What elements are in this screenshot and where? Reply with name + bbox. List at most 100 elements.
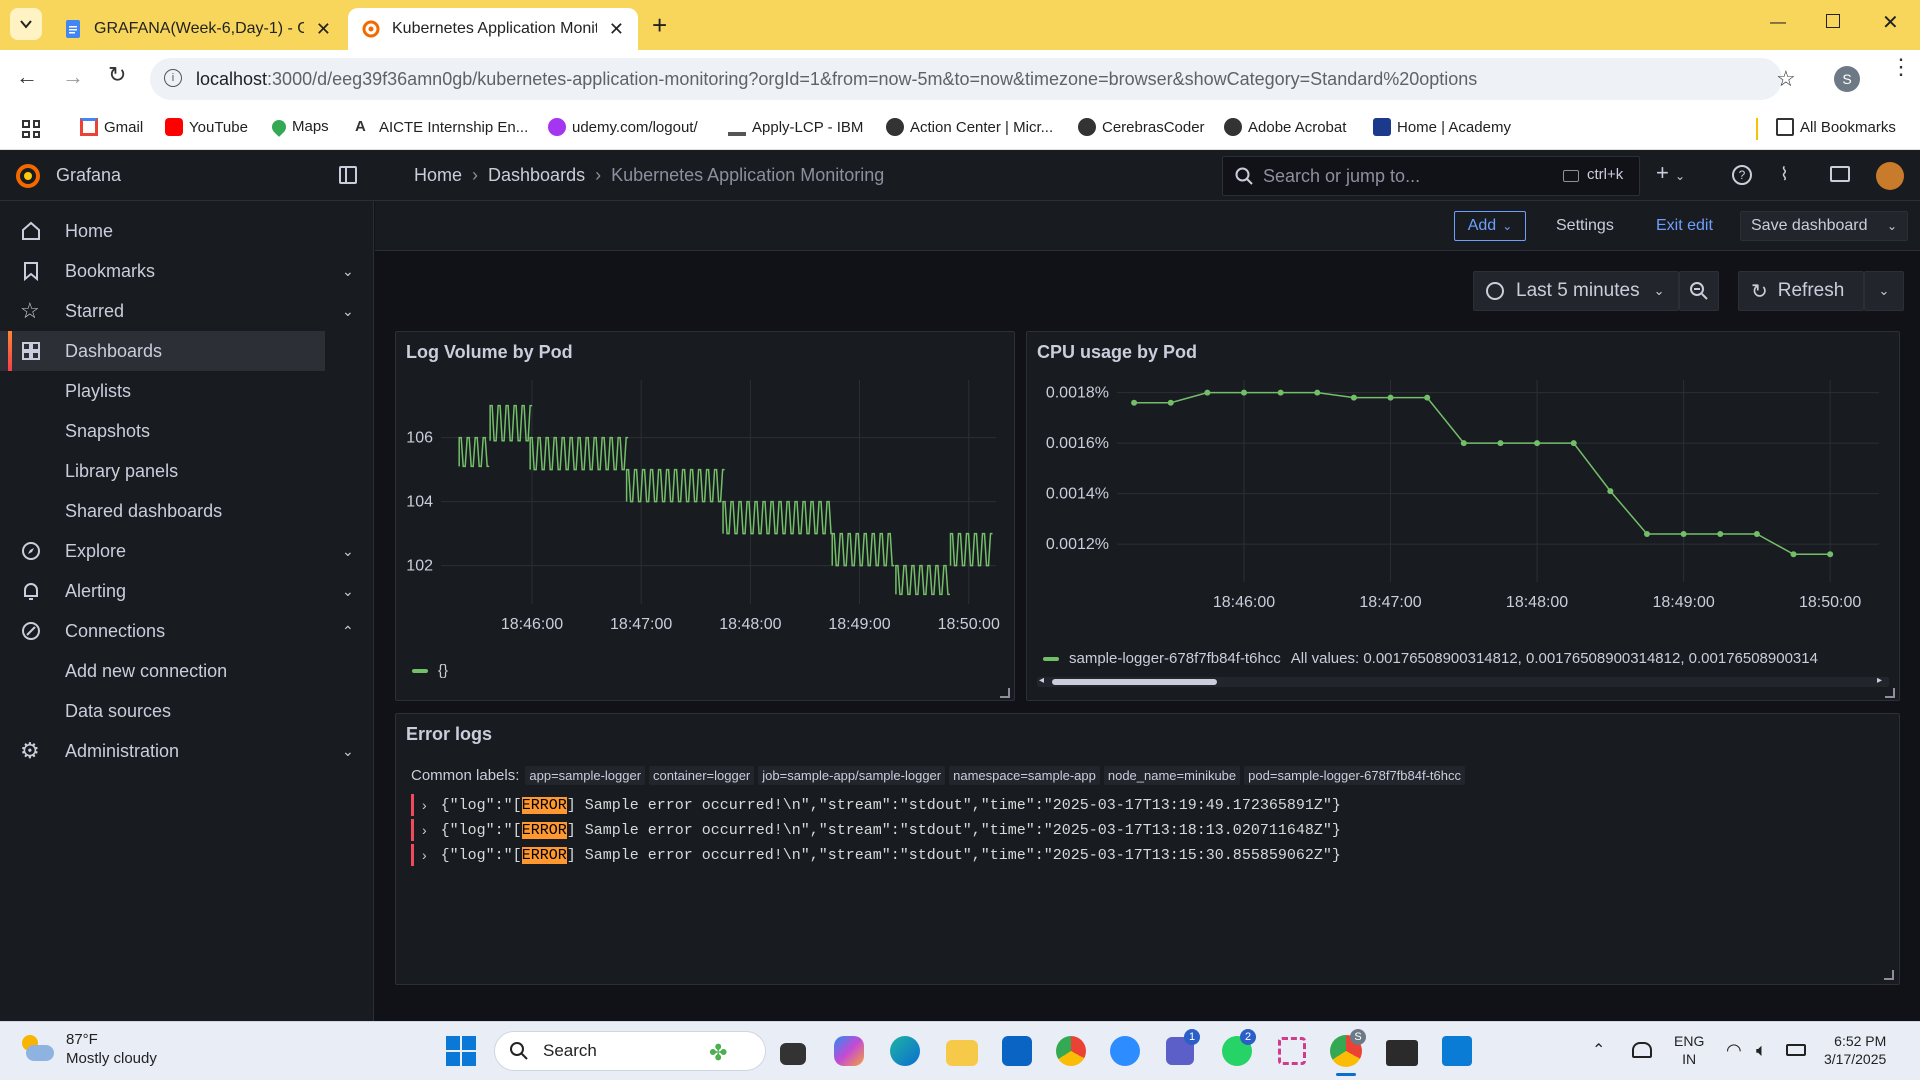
- network-icon[interactable]: [1632, 1042, 1652, 1058]
- browser-menu-icon[interactable]: ⋮: [1890, 56, 1912, 78]
- weather-widget[interactable]: 87°F Mostly cloudy: [18, 1030, 157, 1068]
- bookmark-udemy[interactable]: udemy.com/logout/: [548, 118, 698, 136]
- settings-button[interactable]: Settings: [1546, 211, 1624, 241]
- refresh-button[interactable]: ↻ Refresh: [1738, 271, 1864, 311]
- scroll-thumb[interactable]: [1052, 679, 1217, 685]
- snipping-tool-icon[interactable]: [1278, 1037, 1306, 1065]
- dock-menu-icon[interactable]: [339, 166, 357, 184]
- restore-icon[interactable]: [1826, 14, 1840, 28]
- sidebar-item-alerting[interactable]: Alerting ⌄: [0, 571, 374, 611]
- sidebar-item-data-sources[interactable]: Data sources: [0, 691, 374, 731]
- chevron-down-icon[interactable]: ⌄: [342, 303, 354, 320]
- chevron-up-icon[interactable]: ⌃: [1592, 1040, 1605, 1060]
- battery-icon[interactable]: [1786, 1044, 1806, 1056]
- new-plus-icon[interactable]: + ⌄: [1656, 160, 1685, 186]
- chevron-right-icon[interactable]: ›: [422, 847, 427, 863]
- sidebar-item-snapshots[interactable]: Snapshots: [0, 411, 374, 451]
- close-icon[interactable]: ✕: [316, 19, 331, 40]
- clock[interactable]: 6:52 PM 3/17/2025: [1824, 1032, 1886, 1068]
- taskbar-search[interactable]: Search ✤: [494, 1031, 766, 1071]
- reload-icon[interactable]: ↻: [108, 62, 126, 88]
- chevron-down-icon[interactable]: ⌄: [1887, 219, 1897, 233]
- sidebar-item-connections[interactable]: Connections ⌃: [0, 611, 374, 651]
- legend-item[interactable]: {}: [412, 662, 448, 679]
- bookmark-youtube[interactable]: YouTube: [165, 118, 248, 136]
- forward-icon[interactable]: →: [62, 64, 84, 90]
- bookmark-action-center[interactable]: Action Center | Micr...: [886, 118, 1053, 136]
- sidebar-item-library-panels[interactable]: Library panels: [0, 451, 374, 491]
- user-avatar[interactable]: [1876, 162, 1904, 190]
- tab-kubernetes-monitoring[interactable]: Kubernetes Application Monito ✕: [348, 8, 638, 50]
- resize-handle-icon[interactable]: [1884, 970, 1894, 980]
- profile-avatar[interactable]: S: [1834, 66, 1860, 92]
- log-row[interactable]: › {"log":"[ERROR] Sample error occurred!…: [411, 819, 1341, 841]
- chevron-up-icon[interactable]: ⌃: [342, 623, 354, 640]
- kiosk-monitor-icon[interactable]: [1830, 166, 1850, 182]
- bookmark-ibm[interactable]: Apply-LCP - IBM: [728, 118, 863, 136]
- panel-cpu-usage[interactable]: CPU usage by Pod 18:46:00 18:47:00 18:48:0…: [1026, 331, 1900, 701]
- bookmark-star-icon[interactable]: ☆: [1776, 66, 1796, 92]
- time-range-picker[interactable]: Last 5 minutes ⌄: [1473, 271, 1679, 311]
- resize-handle-icon[interactable]: [1000, 688, 1010, 698]
- apps-grid-icon[interactable]: [22, 120, 40, 138]
- sidebar-item-administration[interactable]: ⚙ Administration ⌄: [0, 731, 374, 771]
- sidebar-item-add-new-connection[interactable]: Add new connection: [0, 651, 374, 691]
- sidebar-item-bookmarks[interactable]: Bookmarks ⌄: [0, 251, 374, 291]
- chrome-icon[interactable]: [1056, 1036, 1086, 1066]
- start-button[interactable]: [446, 1036, 476, 1066]
- new-tab-button[interactable]: +: [652, 10, 667, 41]
- search-input[interactable]: Search or jump to... ctrl+k: [1222, 156, 1640, 196]
- breadcrumb-home[interactable]: Home: [414, 165, 462, 186]
- resize-handle-icon[interactable]: [1885, 688, 1895, 698]
- legend-scrollbar[interactable]: ◂ ▸: [1037, 675, 1889, 687]
- sidebar-item-dashboards[interactable]: Dashboards: [0, 331, 325, 371]
- add-button[interactable]: Add ⌄: [1454, 211, 1526, 241]
- chevron-down-icon[interactable]: ⌄: [342, 743, 354, 760]
- chevron-down-icon[interactable]: ⌄: [342, 583, 354, 600]
- bookmark-gmail[interactable]: Gmail: [80, 118, 143, 136]
- panel-log-volume[interactable]: Log Volume by Pod 18:46:00 18:47:00 18:48:…: [395, 331, 1015, 701]
- url-input[interactable]: i localhost:3000/d/eeg39f36amn0gb/kubern…: [150, 58, 1796, 100]
- volume-icon[interactable]: 🔈︎: [1756, 1040, 1767, 1061]
- zoom-out-button[interactable]: [1679, 271, 1719, 311]
- lang-indicator[interactable]: ENG IN: [1674, 1032, 1704, 1068]
- task-view-icon[interactable]: [780, 1043, 806, 1065]
- sidebar-item-starred[interactable]: ☆ Starred ⌄: [0, 291, 374, 331]
- grafana-logo-icon[interactable]: [14, 162, 42, 190]
- back-icon[interactable]: ←: [16, 64, 38, 90]
- legend-item[interactable]: sample-logger-678f7fb84f-t6hcc All value…: [1043, 650, 1893, 667]
- zoom-icon[interactable]: [1110, 1036, 1140, 1066]
- sidebar-item-home[interactable]: Home: [0, 211, 374, 251]
- close-window-icon[interactable]: ✕: [1882, 10, 1899, 35]
- bookmark-aicte[interactable]: A AICTE Internship En...: [355, 118, 528, 136]
- vscode-icon[interactable]: [1442, 1036, 1472, 1066]
- exit-edit-button[interactable]: Exit edit: [1646, 211, 1723, 241]
- breadcrumb-dashboards[interactable]: Dashboards: [488, 165, 585, 186]
- scroll-left-icon[interactable]: ◂: [1039, 675, 1044, 686]
- refresh-interval-dropdown[interactable]: ⌄: [1864, 271, 1904, 311]
- bookmark-academy[interactable]: Home | Academy: [1373, 118, 1511, 136]
- log-row[interactable]: › {"log":"[ERROR] Sample error occurred!…: [411, 844, 1341, 866]
- site-info-icon[interactable]: i: [164, 69, 182, 87]
- chevron-down-icon[interactable]: ⌄: [342, 263, 354, 280]
- bookmark-maps[interactable]: Maps: [269, 116, 329, 137]
- minimize-icon[interactable]: —: [1770, 14, 1786, 32]
- all-bookmarks[interactable]: All Bookmarks: [1776, 118, 1896, 136]
- file-explorer-icon[interactable]: [946, 1040, 978, 1066]
- edge-icon[interactable]: [890, 1036, 920, 1066]
- tab-search-button[interactable]: [10, 8, 42, 40]
- sidebar-item-playlists[interactable]: Playlists: [0, 371, 374, 411]
- scroll-right-icon[interactable]: ▸: [1877, 675, 1882, 686]
- panel-error-logs[interactable]: Error logs Common labels: app=sample-log…: [395, 713, 1900, 985]
- bookmark-adobe[interactable]: Adobe Acrobat: [1224, 118, 1346, 136]
- copilot-icon[interactable]: [834, 1036, 864, 1066]
- bookmark-cerebras[interactable]: CerebrasCoder: [1078, 118, 1205, 136]
- news-rss-icon[interactable]: ⌇: [1780, 164, 1789, 185]
- tab-grafana-doc[interactable]: GRAFANA(Week-6,Day-1) - Goo ✕: [50, 8, 345, 50]
- chevron-right-icon[interactable]: ›: [422, 822, 427, 838]
- chevron-down-icon[interactable]: ⌄: [342, 543, 354, 560]
- help-icon[interactable]: ?: [1732, 165, 1752, 185]
- terminal-icon[interactable]: [1386, 1040, 1418, 1066]
- save-dashboard-button[interactable]: Save dashboard ⌄: [1740, 211, 1908, 241]
- log-row[interactable]: › {"log":"[ERROR] Sample error occurred!…: [411, 794, 1341, 816]
